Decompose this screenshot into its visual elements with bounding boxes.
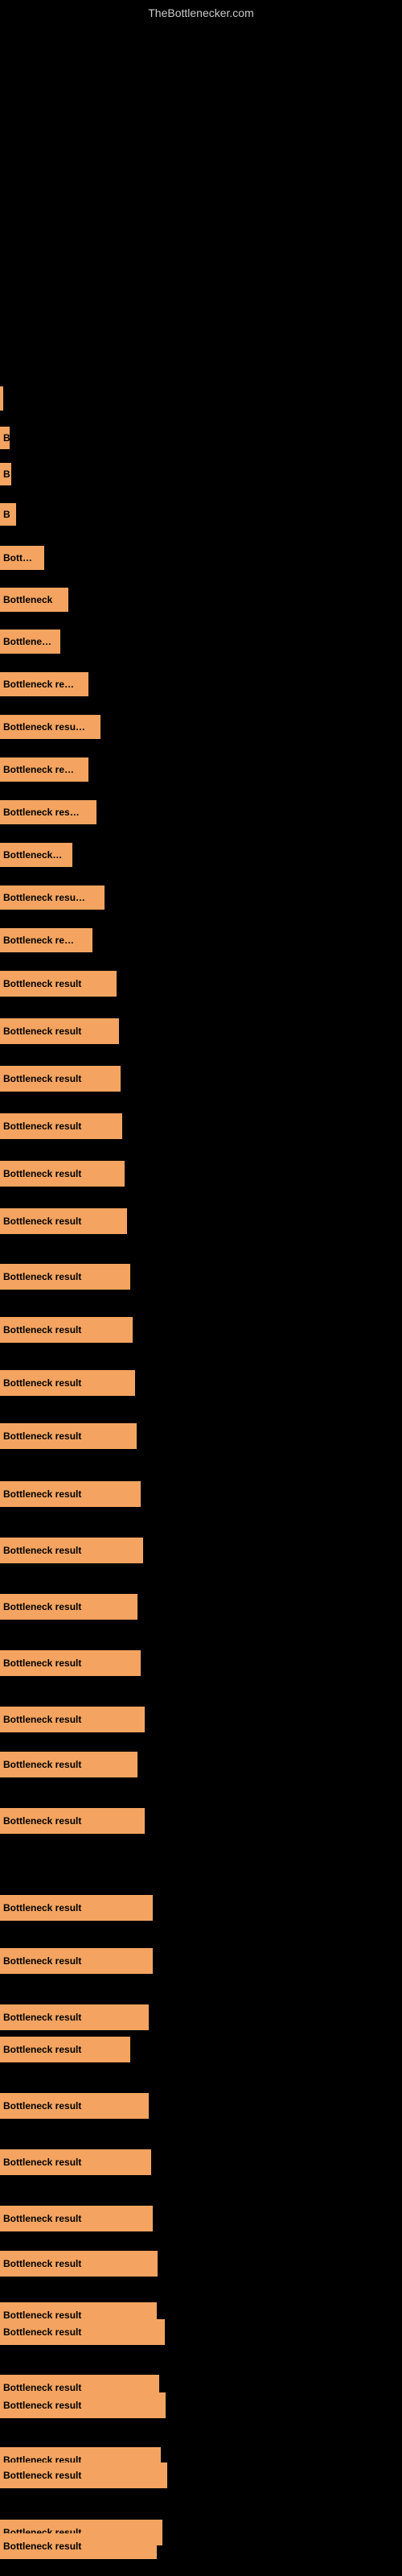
result-bar: Bottleneck	[0, 588, 68, 612]
result-bar: Bottleneck result	[0, 2251, 158, 2277]
result-bar: Bottleneck result	[0, 2093, 149, 2119]
result-bar: Bottleneck result	[0, 1264, 130, 1290]
result-bar: Bottleneck resu…	[0, 886, 105, 910]
result-bar: Bottleneck result	[0, 1161, 125, 1187]
result-bar: Bottleneck result	[0, 1066, 121, 1092]
result-bar: Bottleneck result	[0, 2319, 165, 2345]
result-bar: Bottleneck result	[0, 1113, 122, 1139]
result-bar: Bottleneck result	[0, 2037, 130, 2062]
result-bar: Bottleneck res…	[0, 800, 96, 824]
result-bar: Bottleneck result	[0, 2149, 151, 2175]
result-bar: B	[0, 463, 11, 485]
result-bar: B	[0, 427, 10, 449]
result-bar: Bottleneck result	[0, 2206, 153, 2231]
result-bar: Bottleneck result	[0, 2462, 167, 2488]
result-bar: Bottleneck result	[0, 1752, 137, 1777]
site-title: TheBottlenecker.com	[148, 6, 254, 19]
result-bar: Bottleneck…	[0, 843, 72, 867]
result-bar: Bottleneck result	[0, 971, 117, 997]
result-bar: Bottleneck result	[0, 1895, 153, 1921]
result-bar: Bottlene…	[0, 630, 60, 654]
result-bar: Bottleneck resu…	[0, 715, 100, 739]
result-bar: Bottleneck result	[0, 1650, 141, 1676]
result-bar: |	[0, 386, 3, 411]
result-bar: Bottleneck result	[0, 1948, 153, 1974]
result-bar: Bott…	[0, 546, 44, 570]
result-bar: Bottleneck re…	[0, 672, 88, 696]
result-bar: Bottleneck result	[0, 1538, 143, 1563]
result-bar: Bottleneck result	[0, 2392, 166, 2418]
result-bar: Bottleneck result	[0, 2004, 149, 2030]
result-bar: Bottleneck re…	[0, 758, 88, 782]
result-bar: Bottleneck result	[0, 1370, 135, 1396]
result-bar: Bottleneck result	[0, 1317, 133, 1343]
result-bar: Bottleneck result	[0, 1481, 141, 1507]
result-bar: Bottleneck result	[0, 1423, 137, 1449]
result-bar: Bottleneck result	[0, 1208, 127, 1234]
result-bar: Bottleneck result	[0, 1808, 145, 1834]
result-bar: Bottleneck result	[0, 1707, 145, 1732]
result-bar: Bottleneck re…	[0, 928, 92, 952]
result-bar: Bottleneck result	[0, 1018, 119, 1044]
result-bar: Bottleneck result	[0, 2533, 157, 2559]
result-bar: Bottleneck result	[0, 1594, 137, 1620]
result-bar: B	[0, 503, 16, 526]
